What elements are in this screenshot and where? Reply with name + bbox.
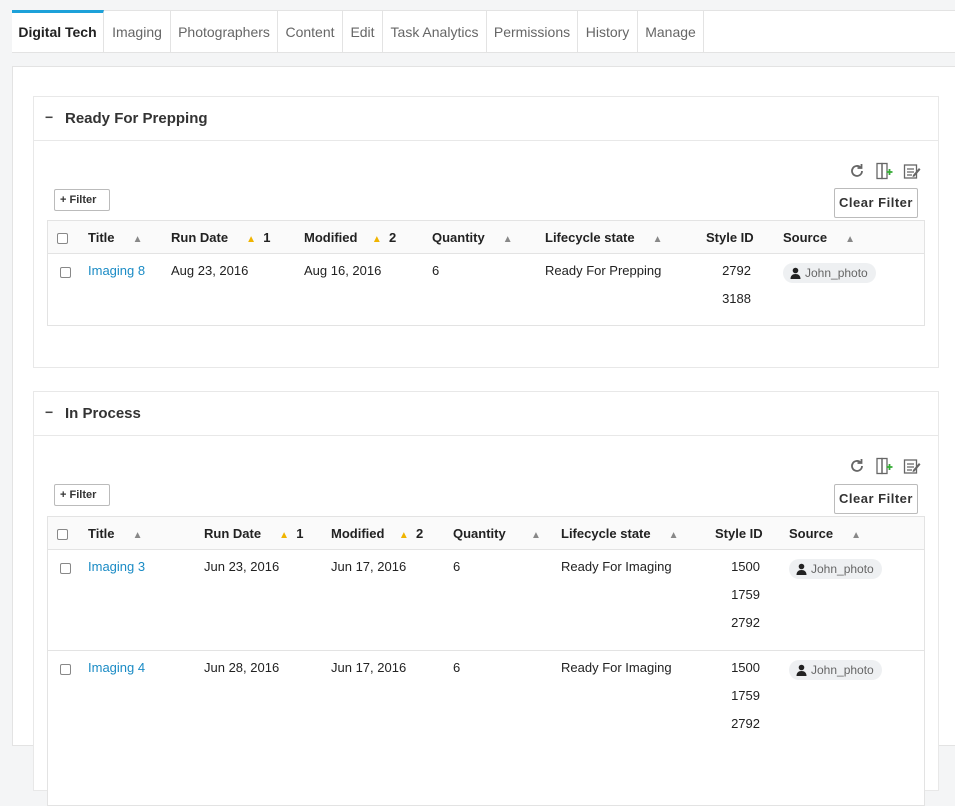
panel-ready-for-prepping: − Ready For Prepping + Filter Clear Filt… (33, 96, 939, 368)
row-quantity: 6 (432, 263, 440, 278)
tab-history[interactable]: History (578, 11, 638, 53)
column-header-modified[interactable]: Modified ▲ 2 (331, 526, 423, 541)
sort-icon[interactable]: ▲ (503, 234, 513, 245)
row-title-link[interactable]: Imaging 8 (88, 263, 145, 278)
row-run-date: Jun 23, 2016 (204, 559, 280, 574)
sort-icon[interactable]: ▲ (279, 530, 289, 541)
tab-imaging[interactable]: Imaging (104, 11, 171, 53)
edit-list-icon[interactable] (903, 457, 921, 475)
tab-bar: Digital Tech Imaging Photographers Conte… (12, 10, 955, 53)
sort-icon[interactable]: ▲ (399, 530, 409, 541)
column-header-run-date[interactable]: Run Date ▲ 1 (204, 526, 304, 541)
tab-task-analytics[interactable]: Task Analytics (383, 11, 487, 53)
row-style-id: 2792 (731, 716, 760, 731)
tab-digital-tech[interactable]: Digital Tech (12, 10, 104, 53)
sort-icon[interactable]: ▲ (531, 530, 541, 541)
row-lifecycle-state: Ready For Imaging (561, 559, 672, 574)
filter-button[interactable]: + Filter (54, 189, 110, 211)
tab-permissions[interactable]: Permissions (487, 11, 578, 53)
panel-header[interactable]: − In Process (34, 392, 938, 436)
add-column-icon[interactable] (875, 457, 893, 475)
row-lifecycle-state: Ready For Imaging (561, 660, 672, 675)
panel-title: In Process (65, 405, 141, 422)
row-title-link[interactable]: Imaging 4 (88, 660, 145, 675)
tab-photographers[interactable]: Photographers (171, 11, 278, 53)
panel-header[interactable]: − Ready For Prepping (34, 97, 938, 141)
row-title-link[interactable]: Imaging 3 (88, 559, 145, 574)
row-style-id: 1500 (731, 559, 760, 574)
column-header-source[interactable]: Source ▲ (783, 230, 855, 245)
sort-icon[interactable]: ▲ (246, 234, 256, 245)
column-header-lifecycle-state[interactable]: Lifecycle state ▲ (545, 230, 663, 245)
source-chip[interactable]: John_photo (783, 263, 876, 283)
sort-icon[interactable]: ▲ (653, 234, 663, 245)
select-all-checkbox[interactable] (57, 233, 68, 244)
refresh-icon[interactable] (848, 457, 866, 475)
source-chip[interactable]: John_photo (789, 660, 882, 680)
select-all-checkbox[interactable] (57, 529, 68, 540)
row-modified: Aug 16, 2016 (304, 263, 382, 278)
row-style-id: 1500 (731, 660, 760, 675)
main-content: − Ready For Prepping + Filter Clear Filt… (12, 66, 955, 806)
row-quantity: 6 (453, 559, 461, 574)
column-header-source[interactable]: Source ▲ (789, 526, 861, 541)
sort-icon[interactable]: ▲ (845, 234, 855, 245)
tab-edit[interactable]: Edit (343, 11, 383, 53)
column-header-quantity[interactable]: Quantity ▲ (432, 230, 513, 245)
grid-header: Title ▲ Run Date ▲ 1 Modified ▲ 2 Quanti… (48, 221, 924, 254)
row-style-id: 3188 (722, 291, 751, 306)
column-header-modified[interactable]: Modified ▲ 2 (304, 230, 396, 245)
data-grid: Title ▲ Run Date ▲ 1 Modified ▲ 2 Quanti… (47, 220, 925, 326)
row-checkbox[interactable] (60, 267, 71, 278)
row-style-id: 1759 (731, 587, 760, 602)
person-icon (796, 664, 807, 676)
column-header-run-date[interactable]: Run Date ▲ 1 (171, 230, 271, 245)
collapse-icon[interactable]: − (45, 109, 53, 125)
sort-icon[interactable]: ▲ (133, 530, 143, 541)
row-modified: Jun 17, 2016 (331, 559, 407, 574)
filter-button[interactable]: + Filter (54, 484, 110, 506)
source-chip[interactable]: John_photo (789, 559, 882, 579)
grid-header: Title ▲ Run Date ▲ 1 Modified ▲ 2 Quanti… (48, 517, 924, 550)
row-modified: Jun 17, 2016 (331, 660, 407, 675)
row-run-date: Jun 28, 2016 (204, 660, 280, 675)
row-checkbox[interactable] (60, 664, 71, 675)
column-header-title[interactable]: Title ▲ (88, 230, 142, 245)
clear-filter-button[interactable]: Clear Filter (834, 484, 918, 514)
row-quantity: 6 (453, 660, 461, 675)
sort-icon[interactable]: ▲ (851, 530, 861, 541)
column-header-style-id[interactable]: Style ID (706, 230, 754, 245)
sort-icon[interactable]: ▲ (669, 530, 679, 541)
person-icon (796, 563, 807, 575)
row-checkbox[interactable] (60, 563, 71, 574)
add-column-icon[interactable] (875, 162, 893, 180)
clear-filter-button[interactable]: Clear Filter (834, 188, 918, 218)
row-style-id: 2792 (731, 615, 760, 630)
column-header-quantity[interactable]: Quantity ▲ (453, 526, 541, 541)
table-row: Imaging 3 Jun 23, 2016 Jun 17, 2016 6 Re… (48, 550, 924, 651)
tab-content[interactable]: Content (278, 11, 343, 53)
table-row: Imaging 4 Jun 28, 2016 Jun 17, 2016 6 Re… (48, 651, 924, 752)
table-row: Imaging 8 Aug 23, 2016 Aug 16, 2016 6 Re… (48, 254, 924, 326)
column-header-lifecycle-state[interactable]: Lifecycle state ▲ (561, 526, 679, 541)
sort-icon[interactable]: ▲ (133, 234, 143, 245)
data-grid: Title ▲ Run Date ▲ 1 Modified ▲ 2 Quanti… (47, 516, 925, 806)
collapse-icon[interactable]: − (45, 404, 53, 420)
row-style-id: 2792 (722, 263, 751, 278)
column-header-style-id[interactable]: Style ID (715, 526, 763, 541)
person-icon (790, 267, 801, 279)
panel-title: Ready For Prepping (65, 110, 208, 127)
sort-icon[interactable]: ▲ (372, 234, 382, 245)
row-lifecycle-state: Ready For Prepping (545, 263, 662, 278)
row-run-date: Aug 23, 2016 (171, 263, 249, 278)
row-style-id: 1759 (731, 688, 760, 703)
column-header-title[interactable]: Title ▲ (88, 526, 142, 541)
tab-manage[interactable]: Manage (638, 11, 704, 53)
edit-list-icon[interactable] (903, 162, 921, 180)
panel-in-process: − In Process + Filter Clear Filter Title… (33, 391, 939, 806)
refresh-icon[interactable] (848, 162, 866, 180)
